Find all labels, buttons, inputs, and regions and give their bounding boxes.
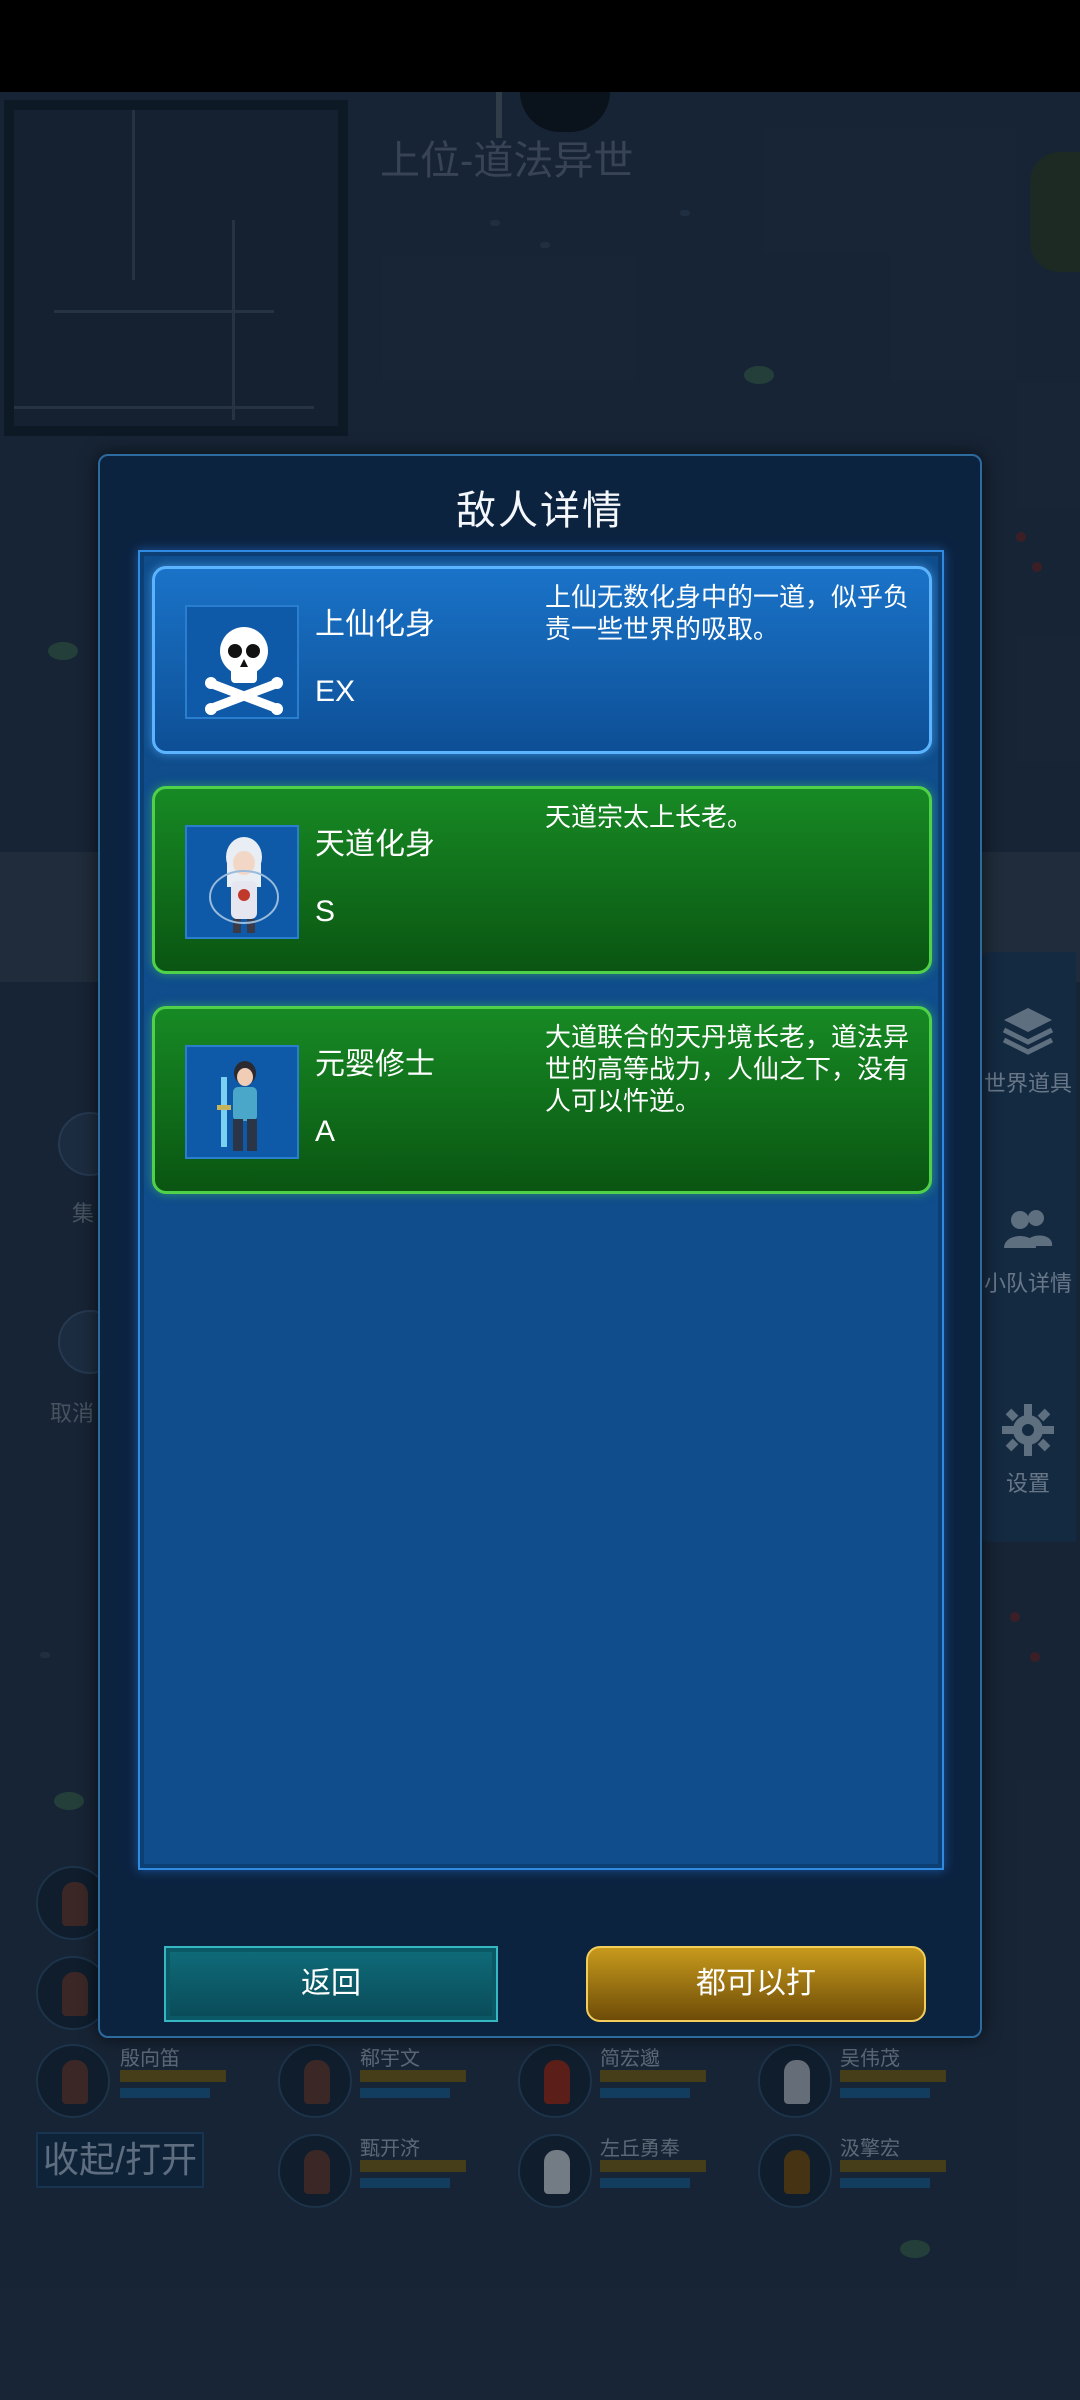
enemy-name: 上仙化身 bbox=[315, 608, 435, 641]
enemy-name: 天道化身 bbox=[315, 828, 435, 861]
enemy-description: 大道联合的天丹境长老，道法异世的高等战力，人仙之下，没有人可以忤逆。 bbox=[545, 1022, 910, 1116]
enemy-rank: S bbox=[315, 895, 336, 928]
enemy-list[interactable]: 上仙化身 EX 上仙无数化身中的一道，似乎负责一些世界的吸取。 天道化身 S 天… bbox=[138, 550, 944, 1870]
enemy-name: 元婴修士 bbox=[315, 1048, 435, 1081]
status-bar bbox=[0, 0, 1080, 92]
fight-all-button[interactable]: 都可以打 bbox=[586, 1946, 926, 2022]
enemy-card[interactable]: 上仙化身 EX 上仙无数化身中的一道，似乎负责一些世界的吸取。 bbox=[152, 566, 932, 754]
enemy-card[interactable]: 元婴修士 A 大道联合的天丹境长老，道法异世的高等战力，人仙之下，没有人可以忤逆… bbox=[152, 1006, 932, 1194]
enemy-rank: EX bbox=[315, 675, 356, 708]
enemy-details-dialog: 敌人详情 上仙化身 EX 上仙无数化身中的一道，似乎负责一些世界的吸取。 天道化… bbox=[98, 454, 982, 2038]
white-haired-girl-sprite bbox=[185, 825, 299, 939]
enemy-card[interactable]: 天道化身 S 天道宗太上长老。 bbox=[152, 786, 932, 974]
enemy-rank: A bbox=[315, 1115, 336, 1148]
skull-icon bbox=[185, 605, 299, 719]
enemy-description: 上仙无数化身中的一道，似乎负责一些世界的吸取。 bbox=[545, 582, 910, 644]
dialog-title: 敌人详情 bbox=[456, 489, 624, 533]
back-button[interactable]: 返回 bbox=[164, 1946, 498, 2022]
enemy-description: 天道宗太上长老。 bbox=[545, 802, 754, 832]
swordsman-sprite bbox=[185, 1045, 299, 1159]
